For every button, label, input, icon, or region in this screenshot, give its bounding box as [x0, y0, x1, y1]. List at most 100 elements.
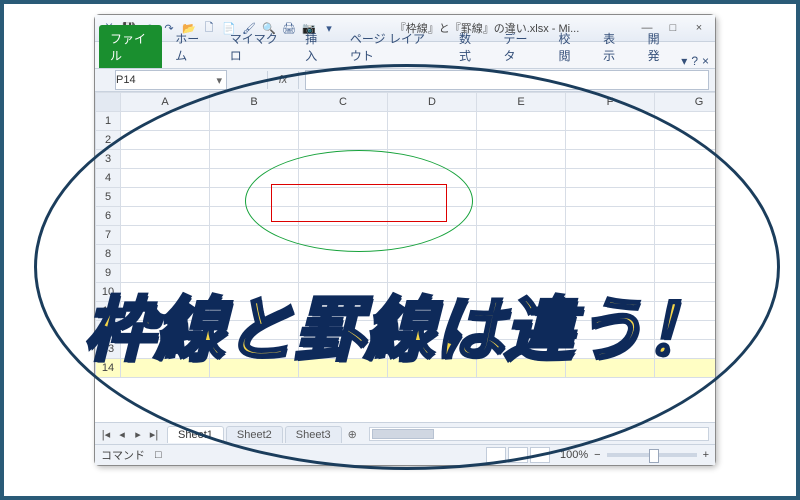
row-header[interactable]: 14 — [96, 359, 121, 378]
cell[interactable] — [299, 340, 388, 359]
zoom-out-button[interactable]: − — [594, 449, 600, 461]
row-header[interactable]: 5 — [96, 188, 121, 207]
zoom-in-button[interactable]: + — [703, 449, 709, 461]
cell[interactable] — [388, 321, 477, 340]
cell[interactable] — [477, 302, 566, 321]
view-normal-button[interactable] — [486, 447, 506, 463]
cell[interactable] — [655, 226, 716, 245]
cell[interactable] — [299, 131, 388, 150]
cell[interactable] — [210, 264, 299, 283]
cell[interactable] — [210, 283, 299, 302]
cell[interactable] — [388, 112, 477, 131]
cell[interactable] — [388, 359, 477, 378]
close-button[interactable]: × — [689, 21, 709, 35]
sheet-nav-last[interactable]: ▸| — [147, 428, 161, 441]
cell[interactable] — [121, 302, 210, 321]
row-header[interactable]: 8 — [96, 245, 121, 264]
row-header[interactable]: 1 — [96, 112, 121, 131]
view-page-break-button[interactable] — [530, 447, 550, 463]
row-header[interactable]: 2 — [96, 131, 121, 150]
cell[interactable] — [210, 359, 299, 378]
cell[interactable] — [299, 359, 388, 378]
cell[interactable] — [210, 340, 299, 359]
row-header[interactable]: 4 — [96, 169, 121, 188]
col-header[interactable]: A — [121, 93, 210, 112]
new-sheet-button[interactable]: ⊕ — [342, 426, 363, 443]
cell[interactable] — [566, 359, 655, 378]
cell[interactable] — [655, 321, 716, 340]
cell[interactable] — [655, 207, 716, 226]
cell[interactable] — [566, 131, 655, 150]
cell[interactable] — [655, 150, 716, 169]
cell[interactable] — [566, 283, 655, 302]
row-header[interactable]: 9 — [96, 264, 121, 283]
worksheet-grid[interactable]: ABCDEFG1234567891011121314 — [95, 92, 715, 422]
sheet-tab-2[interactable]: Sheet2 — [226, 426, 283, 443]
cell[interactable] — [299, 321, 388, 340]
cell[interactable] — [655, 169, 716, 188]
tab-mymacro[interactable]: マイマクロ — [219, 25, 293, 68]
cell[interactable] — [477, 226, 566, 245]
cell[interactable] — [121, 131, 210, 150]
cell[interactable] — [388, 264, 477, 283]
cell[interactable] — [566, 264, 655, 283]
cell[interactable] — [477, 264, 566, 283]
row-header[interactable]: 11 — [96, 302, 121, 321]
cell[interactable] — [121, 188, 210, 207]
ribbon-close-icon[interactable]: × — [702, 54, 709, 68]
row-header[interactable]: 6 — [96, 207, 121, 226]
col-header[interactable]: F — [566, 93, 655, 112]
cell[interactable] — [566, 226, 655, 245]
tab-formulas[interactable]: 数式 — [448, 25, 491, 68]
cell[interactable] — [121, 169, 210, 188]
col-header[interactable]: E — [477, 93, 566, 112]
row-header[interactable]: 12 — [96, 321, 121, 340]
row-header[interactable]: 3 — [96, 150, 121, 169]
ribbon-dropdown-icon[interactable]: ▾ — [681, 54, 687, 68]
hscroll-thumb[interactable] — [372, 429, 434, 439]
cell[interactable] — [210, 112, 299, 131]
cell[interactable] — [299, 302, 388, 321]
horizontal-scrollbar[interactable] — [369, 427, 709, 441]
cell[interactable] — [655, 340, 716, 359]
cell[interactable] — [121, 112, 210, 131]
cell[interactable] — [299, 112, 388, 131]
cell[interactable] — [299, 264, 388, 283]
cell[interactable] — [655, 131, 716, 150]
cell[interactable] — [121, 283, 210, 302]
col-header[interactable]: G — [655, 93, 716, 112]
help-icon[interactable]: ? — [691, 54, 698, 68]
cell[interactable] — [121, 340, 210, 359]
tab-page-layout[interactable]: ページ レイアウト — [339, 25, 446, 68]
cell[interactable] — [477, 283, 566, 302]
cell[interactable] — [121, 359, 210, 378]
fx-label[interactable]: fx — [267, 71, 299, 89]
cell[interactable] — [121, 150, 210, 169]
cell[interactable] — [566, 150, 655, 169]
cell[interactable] — [388, 283, 477, 302]
tab-file[interactable]: ファイル — [99, 25, 162, 68]
zoom-percent[interactable]: 100% — [560, 449, 588, 461]
cell[interactable] — [655, 245, 716, 264]
cell[interactable] — [121, 226, 210, 245]
name-box[interactable]: P14 ▾ — [115, 70, 227, 90]
tab-view[interactable]: 表示 — [592, 25, 635, 68]
col-header[interactable]: D — [388, 93, 477, 112]
cell[interactable] — [477, 150, 566, 169]
sheet-nav-first[interactable]: |◂ — [99, 428, 113, 441]
cell[interactable] — [210, 321, 299, 340]
name-box-dropdown-icon[interactable]: ▾ — [212, 74, 226, 87]
cell[interactable] — [477, 245, 566, 264]
cell[interactable] — [566, 302, 655, 321]
view-page-layout-button[interactable] — [508, 447, 528, 463]
cell[interactable] — [655, 302, 716, 321]
tab-home[interactable]: ホーム — [164, 25, 217, 68]
cell[interactable] — [566, 169, 655, 188]
formula-bar[interactable] — [305, 70, 709, 90]
cell[interactable] — [566, 245, 655, 264]
cell[interactable] — [477, 131, 566, 150]
cell[interactable] — [566, 207, 655, 226]
cell[interactable] — [655, 264, 716, 283]
cell[interactable] — [477, 188, 566, 207]
cell[interactable] — [388, 131, 477, 150]
